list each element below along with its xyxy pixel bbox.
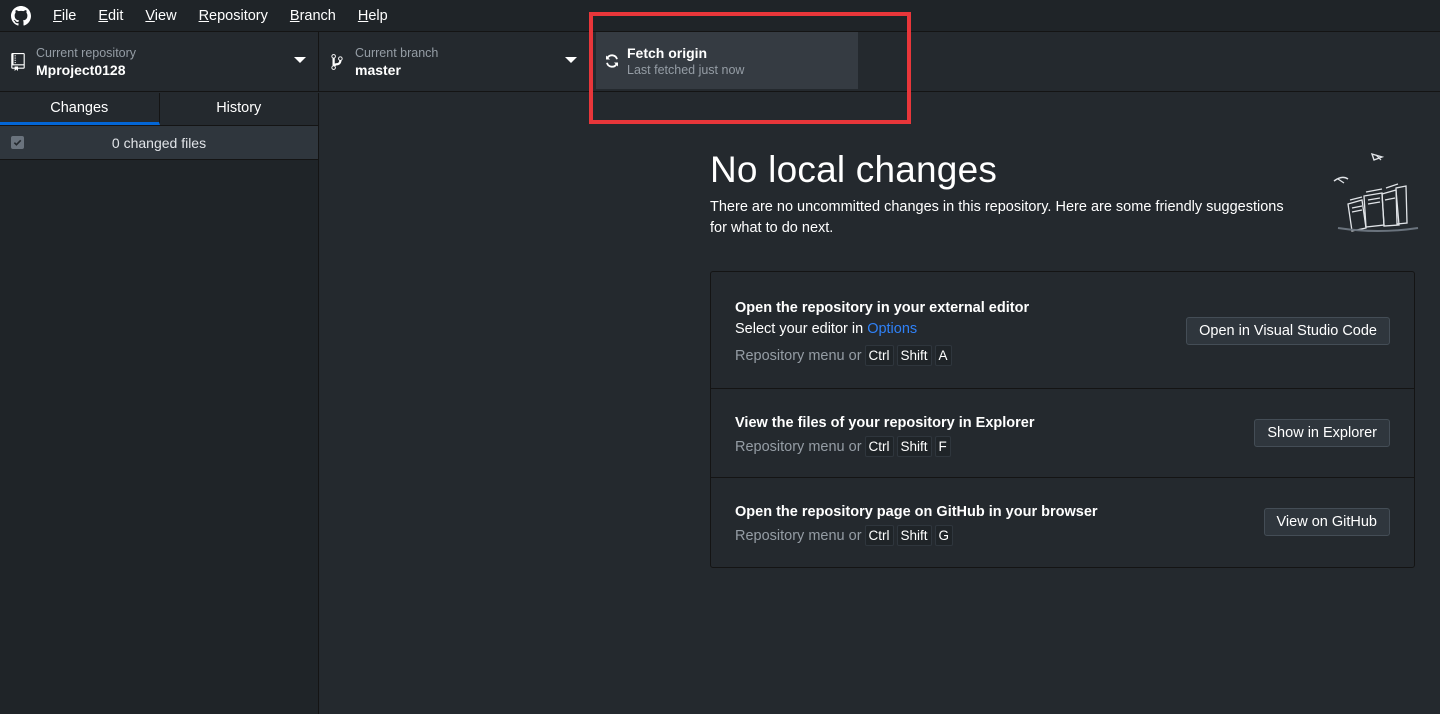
menu-bar: File Edit View Repository Branch Help — [0, 0, 1440, 32]
key-shift: Shift — [896, 345, 932, 366]
options-link[interactable]: Options — [867, 321, 917, 337]
branch-dropdown-caret-icon — [565, 57, 577, 63]
repo-name: Mproject0128 — [36, 62, 126, 78]
action-subtitle-text: Select your editor in — [735, 321, 868, 337]
shortcut-hint: Repository menu or Ctrl Shift F — [735, 436, 951, 457]
branch-icon — [319, 53, 355, 71]
repo-dropdown-caret-icon — [294, 57, 306, 63]
tab-history[interactable]: History — [160, 93, 319, 125]
action-title: Open the repository in your external edi… — [735, 300, 1030, 316]
select-all-checkbox[interactable] — [11, 136, 24, 149]
action-title: View the files of your repository in Exp… — [735, 415, 1035, 431]
menu-repository[interactable]: Repository — [188, 0, 279, 32]
action-subtitle: Select your editor in Options — [735, 321, 917, 337]
fetch-title: Fetch origin — [627, 44, 708, 61]
suggested-actions: Open the repository in your external edi… — [710, 271, 1415, 568]
show-in-explorer-button[interactable]: Show in Explorer — [1254, 419, 1390, 447]
shortcut-prefix: Repository menu or — [735, 438, 862, 455]
toolbar: Current repository Mproject0128 Current … — [0, 32, 1440, 92]
branch-desc: Current branch — [355, 46, 439, 60]
current-repository-button[interactable]: Current repository Mproject0128 — [0, 32, 319, 92]
menu-edit[interactable]: Edit — [87, 0, 134, 32]
key-ctrl: Ctrl — [864, 345, 894, 366]
tab-changes[interactable]: Changes — [0, 93, 160, 125]
changed-files-count: 0 changed files — [111, 134, 207, 151]
key-ctrl: Ctrl — [864, 525, 894, 546]
menu-file[interactable]: File — [42, 0, 87, 32]
sync-icon — [596, 53, 627, 69]
shortcut-prefix: Repository menu or — [735, 527, 862, 544]
key-g: G — [934, 525, 954, 546]
key-f: F — [934, 436, 951, 457]
menu-help[interactable]: Help — [347, 0, 399, 32]
main-panel: No local changes There are no uncommitte… — [320, 93, 1440, 714]
shortcut-hint: Repository menu or Ctrl Shift G — [735, 525, 954, 546]
page-description: There are no uncommitted changes in this… — [710, 199, 1284, 236]
repo-desc: Current repository — [36, 46, 137, 60]
shortcut-prefix: Repository menu or — [735, 347, 862, 364]
current-branch-button[interactable]: Current branch master — [319, 32, 590, 92]
shortcut-hint: Repository menu or Ctrl Shift A — [735, 345, 952, 366]
fetch-desc: Last fetched just now — [627, 62, 745, 77]
action-view-github: Open the repository page on GitHub in yo… — [711, 478, 1414, 567]
key-a: A — [934, 345, 952, 366]
action-show-explorer: View the files of your repository in Exp… — [711, 389, 1414, 478]
action-open-editor: Open the repository in your external edi… — [711, 272, 1414, 389]
action-title: Open the repository page on GitHub in yo… — [735, 504, 1098, 520]
papers-illustration-icon — [1330, 148, 1420, 238]
key-ctrl: Ctrl — [864, 436, 894, 457]
menu-view[interactable]: View — [134, 0, 187, 32]
fetch-origin-button[interactable]: Fetch origin Last fetched just now — [596, 32, 858, 89]
sidebar: Changes History 0 changed files — [0, 93, 319, 714]
repo-icon — [0, 53, 36, 71]
key-shift: Shift — [896, 525, 932, 546]
open-in-editor-button[interactable]: Open in Visual Studio Code — [1186, 317, 1390, 345]
changes-list-header: 0 changed files — [0, 126, 318, 160]
branch-name: master — [355, 62, 401, 78]
key-shift: Shift — [896, 436, 932, 457]
menu-branch[interactable]: Branch — [279, 0, 347, 32]
sidebar-tabs: Changes History — [0, 93, 318, 126]
page-title: No local changes — [710, 149, 998, 190]
view-on-github-button[interactable]: View on GitHub — [1263, 508, 1390, 536]
github-logo-icon[interactable] — [0, 0, 42, 32]
